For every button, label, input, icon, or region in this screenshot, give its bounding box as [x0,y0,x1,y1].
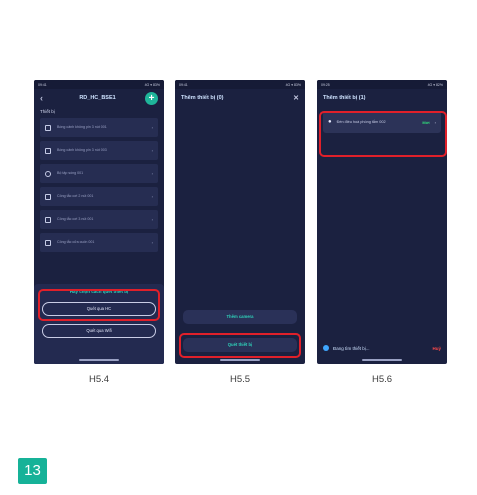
add-camera-button[interactable]: Thêm camera [183,310,297,324]
add-device-title: Thêm thiết bị (1) [323,95,366,101]
caption-h56: H5.6 [371,374,393,385]
section-title: Thiết bị [40,109,55,114]
chevron-right-icon: › [151,171,153,176]
chevron-right-icon: › [151,194,153,199]
phone-screen-h54: 09:41 4G ▾ 83% ‹ RD_HC_BSE1 + Thiết bị B… [34,80,164,364]
add-plus-icon[interactable]: + [145,91,158,105]
device-label: Công tắc cơi 3 nút 001 [57,217,94,222]
home-indicator [79,359,119,361]
square-icon [45,147,51,154]
device-item[interactable]: Bóng cảnh không pin 3 nút 001 › [40,118,158,137]
router-icon [45,170,51,177]
device-label: Bộ tập sóng 001 [57,171,84,176]
status-right: 4G ▾ 83% [285,82,301,87]
device-label: Công tắc cơi 2 nút 001 [57,194,94,199]
searching-text: Đang tìm thiết bị... [333,345,370,351]
caption-h54: H5.4 [88,374,110,385]
device-item[interactable]: Bộ tập sóng 001 › [40,164,158,183]
device-item[interactable]: Bóng cảnh không pin 3 nút 003 › [40,141,158,160]
caption-h55: H5.5 [229,374,251,385]
add-device-title: Thêm thiết bị (0) [181,95,224,101]
chevron-right-icon: › [151,217,153,222]
device-label: Bóng cảnh không pin 3 nút 003 [57,148,107,153]
cancel-button[interactable]: Huỷ [432,346,441,351]
header: Thêm thiết bị (0) ✕ [175,89,305,107]
status-bar: 09:41 4G ▾ 83% [34,80,164,89]
chevron-right-icon: › [151,125,153,130]
curtain-icon [45,239,51,246]
home-indicator [362,359,402,361]
status-time: 09:41 [179,82,188,87]
status-time: 09:41 [38,82,47,87]
device-item[interactable]: Công tắc cơi 2 nút 001 › [40,187,158,206]
square-icon [45,193,51,200]
status-bar: 09:41 4G ▾ 83% [175,80,305,89]
device-label: Bóng cảnh không pin 3 nút 001 [57,125,107,130]
header: Thêm thiết bị (1) [317,89,447,107]
highlight-box [179,333,301,358]
header: ‹ RD_HC_BSE1 + [34,89,164,107]
square-icon [45,124,51,131]
searching-bar: Đang tìm thiết bị... Huỷ [317,340,447,356]
chevron-right-icon: › [151,148,153,153]
page-number: 13 [18,458,47,484]
status-bar: 09:25 4G ▾ 82% [317,80,447,89]
highlight-box [319,111,447,157]
phone-screen-h55: 09:41 4G ▾ 83% Thêm thiết bị (0) ✕ Thêm … [175,80,305,364]
square-icon [45,216,51,223]
status-right: 4G ▾ 82% [427,82,443,87]
device-label: Công tắc cửa cuốn 001 [57,240,95,245]
device-item[interactable]: Công tắc cơi 3 nút 001 › [40,210,158,229]
spinner-icon [323,345,329,351]
hc-title: RD_HC_BSE1 [79,95,116,101]
highlight-box [38,289,160,321]
status-right: 4G ▾ 83% [144,82,160,87]
home-indicator [220,359,260,361]
scan-wifi-button[interactable]: Quét qua Wifi [42,324,156,338]
device-item[interactable]: Công tắc cửa cuốn 001 › [40,233,158,252]
chevron-right-icon: › [151,240,153,245]
close-icon[interactable]: ✕ [293,94,299,102]
status-time: 09:25 [321,82,330,87]
back-arrow-icon[interactable]: ‹ [40,93,50,103]
